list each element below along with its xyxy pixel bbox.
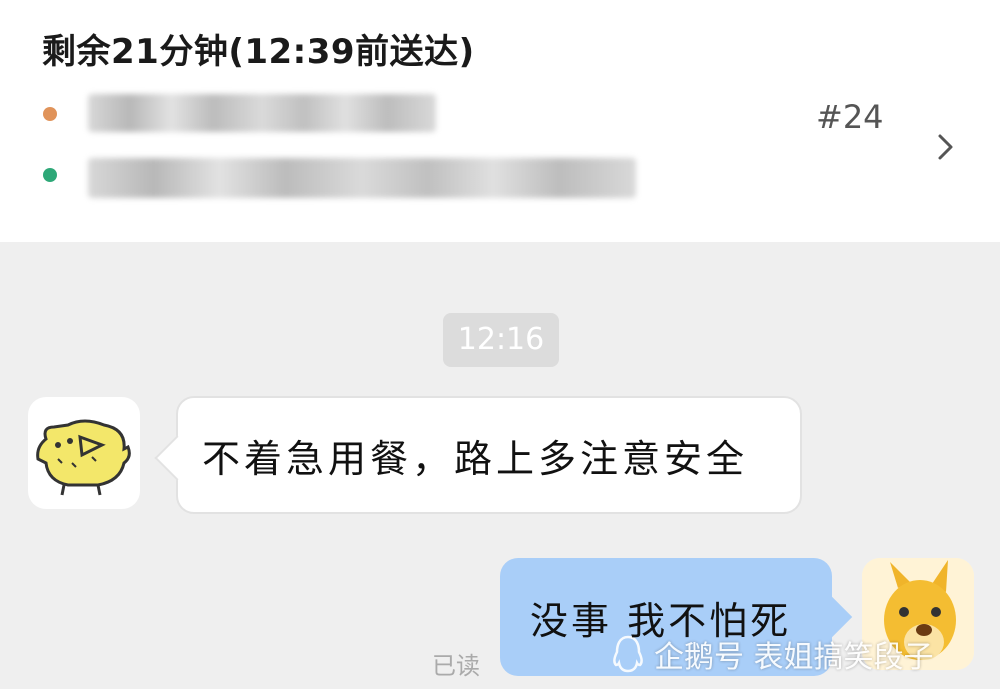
chick-avatar-icon (36, 419, 131, 496)
order-number: #24 (816, 98, 884, 136)
pickup-address-blurred (88, 94, 436, 132)
dropoff-dot (43, 168, 57, 182)
dropoff-address-blurred (88, 158, 636, 198)
read-status: 已读 (432, 652, 480, 680)
incoming-message-bubble[interactable]: 不着急用餐，路上多注意安全 (154, 396, 802, 514)
order-card[interactable]: 剩余21分钟(12:39前送达) #24 (0, 0, 1000, 242)
other-user-avatar[interactable] (28, 397, 140, 509)
pickup-dot (43, 107, 57, 121)
chevron-right-icon[interactable] (930, 132, 960, 162)
outgoing-message-text: 没事 我不怕死 (530, 598, 792, 643)
incoming-message-text: 不着急用餐，路上多注意安全 (202, 436, 749, 481)
bubble-tail (154, 435, 200, 481)
chat-timestamp: 12:16 (443, 313, 559, 367)
order-title: 剩余21分钟(12:39前送达) (42, 32, 475, 72)
